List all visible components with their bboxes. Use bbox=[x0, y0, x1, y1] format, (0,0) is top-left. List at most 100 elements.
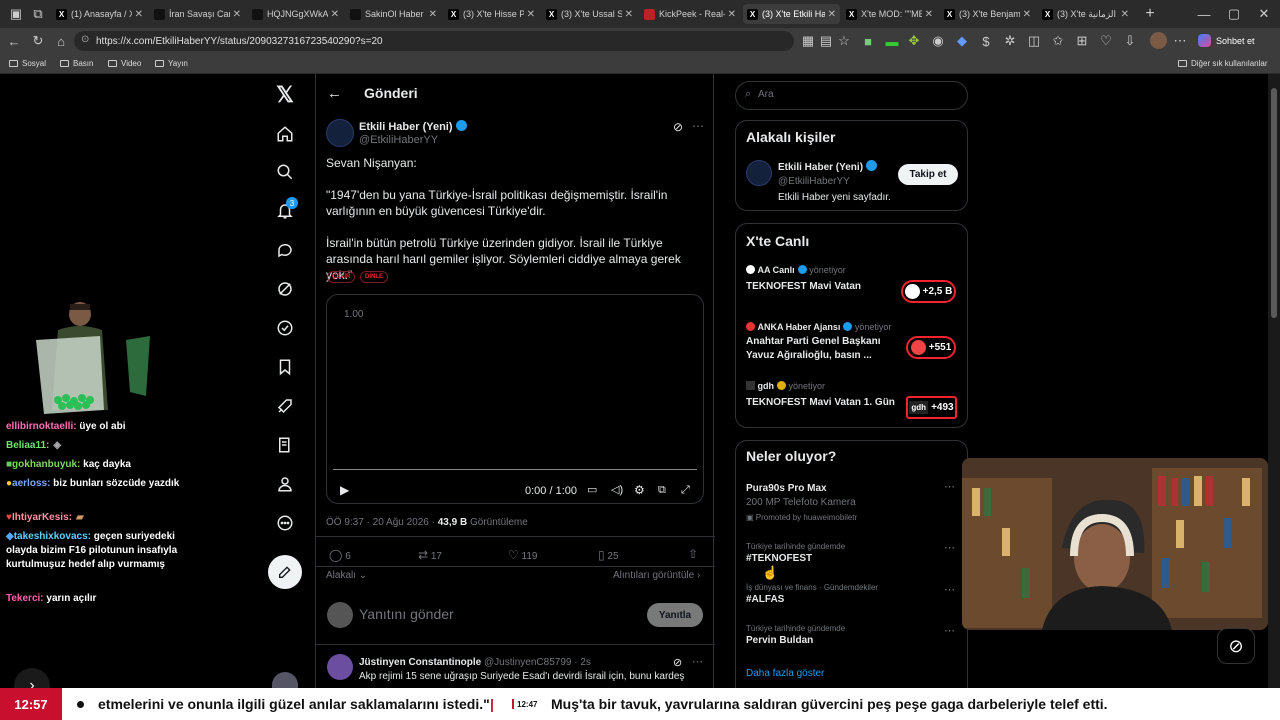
follow-button[interactable]: Takip et bbox=[898, 164, 958, 185]
tab-6[interactable]: X(3) X'te Ussal Sal✕ bbox=[542, 4, 637, 24]
like-action[interactable]: ♡ 119 bbox=[508, 547, 538, 565]
tab-7[interactable]: KickPeek - Real-t ✕ bbox=[640, 4, 740, 24]
tab-5[interactable]: X(3) X'te Hisse Par✕ bbox=[444, 4, 539, 24]
back-arrow-icon[interactable]: ← bbox=[327, 86, 342, 102]
show-more-link[interactable]: Daha fazla göster bbox=[746, 666, 824, 682]
related-avatar[interactable] bbox=[746, 160, 772, 186]
live-item-title[interactable]: Anahtar Parti Genel Başkanı Yavuz Ağıral… bbox=[746, 335, 891, 363]
tab-9[interactable]: X X'te MOD: ""ME ✕ bbox=[842, 4, 937, 24]
profile-icon[interactable] bbox=[274, 473, 296, 495]
reply-author-avatar[interactable] bbox=[327, 654, 353, 680]
captions-icon[interactable]: ▭ bbox=[587, 482, 597, 498]
back-icon[interactable]: ← bbox=[6, 33, 22, 49]
maximize-icon[interactable]: ▢ bbox=[1226, 6, 1242, 22]
live-listeners-pill[interactable]: +551 bbox=[906, 336, 956, 359]
video-progress-bar[interactable] bbox=[333, 469, 697, 470]
grok-explain-icon[interactable]: ⊘ bbox=[673, 119, 683, 135]
grok-icon[interactable] bbox=[274, 278, 296, 300]
trend-more-icon[interactable]: ⋯ bbox=[944, 540, 955, 556]
extension-icon[interactable]: ◆ bbox=[954, 33, 970, 49]
collections-icon[interactable]: ⊞ bbox=[1074, 33, 1090, 49]
x-logo-icon[interactable]: 𝕏 bbox=[274, 82, 296, 107]
tab-4[interactable]: SakinOl Haber M✕ bbox=[346, 4, 441, 24]
new-tab-icon[interactable]: + bbox=[1142, 5, 1158, 22]
page-scrollbar[interactable] bbox=[1268, 74, 1280, 688]
verified-icon[interactable] bbox=[274, 317, 296, 339]
bookmark-basin[interactable]: Basın bbox=[60, 59, 93, 68]
post-author-avatar[interactable] bbox=[326, 119, 354, 147]
extension-icon[interactable]: ◉ bbox=[930, 33, 946, 49]
post-author-handle[interactable]: @EtkiliHaberYY bbox=[359, 132, 438, 148]
video-player[interactable]: 1.00 ▶ 0:00 / 1:00 ▭ ◁) ⚙ ⧉ ⤢ bbox=[326, 294, 704, 504]
extension-icon[interactable]: ■ bbox=[860, 33, 876, 49]
play-icon[interactable]: ▶ bbox=[340, 482, 349, 498]
copilot-button[interactable]: Sohbet et bbox=[1198, 34, 1255, 47]
address-bar[interactable]: ⊙ https://x.com/EtkiliHaberYY/status/209… bbox=[74, 31, 794, 51]
close-tab-icon[interactable]: ✕ bbox=[925, 9, 933, 20]
reply-button[interactable]: Yanıtla bbox=[647, 603, 703, 627]
close-tab-icon[interactable]: ✕ bbox=[135, 9, 143, 20]
close-tab-icon[interactable]: ✕ bbox=[331, 9, 339, 20]
refresh-icon[interactable]: ↻ bbox=[30, 33, 46, 49]
tab-11[interactable]: X (3) X'te الزمانية ✕ bbox=[1038, 4, 1133, 24]
grok-floating-button[interactable]: ⊘ bbox=[1217, 628, 1255, 664]
trend-more-icon[interactable]: ⋯ bbox=[944, 582, 955, 598]
tab-actions-icon[interactable]: ⧉ bbox=[30, 6, 46, 22]
live-listeners-pill[interactable]: gdh +493 bbox=[906, 396, 957, 419]
favorites-icon[interactable]: ✩ bbox=[1050, 33, 1066, 49]
fullscreen-icon[interactable]: ⤢ bbox=[681, 482, 690, 498]
close-tab-icon[interactable]: ✕ bbox=[233, 9, 241, 20]
trend-name[interactable]: Pervin Buldan bbox=[746, 633, 813, 649]
reply-input[interactable]: Yanıtını gönder bbox=[359, 606, 454, 622]
settings-gear-icon[interactable]: ⚙ bbox=[634, 482, 645, 498]
more-circle-icon[interactable] bbox=[274, 512, 296, 534]
translate-chip[interactable]: ÇEVİR bbox=[327, 271, 356, 283]
heart-icon[interactable]: ♡ bbox=[1098, 33, 1114, 49]
compose-post-button[interactable] bbox=[268, 555, 302, 589]
tab-8-active[interactable]: X (3) X'te Etkili Hab ✕ bbox=[743, 4, 840, 24]
listen-chip[interactable]: DİNLE bbox=[360, 271, 388, 283]
account-avatar[interactable] bbox=[272, 672, 298, 688]
close-window-icon[interactable]: ✕ bbox=[1256, 6, 1272, 22]
search-box[interactable]: ⌕ Ara bbox=[735, 81, 968, 110]
trend-more-icon[interactable]: ⋯ bbox=[944, 623, 955, 639]
close-tab-icon[interactable]: ✕ bbox=[527, 9, 535, 20]
reply-more-icon[interactable]: ⋯ bbox=[692, 654, 703, 670]
tab-1[interactable]: X (1) Anasayfa / X ✕ bbox=[52, 4, 147, 24]
live-listeners-pill[interactable]: +2,5 B bbox=[901, 280, 956, 303]
live-item-title[interactable]: TEKNOFEST Mavi Vatan 1. Gün bbox=[746, 395, 901, 411]
trend-more-icon[interactable]: ⋯ bbox=[944, 479, 955, 495]
scrollbar-thumb[interactable] bbox=[1271, 88, 1277, 318]
volume-icon[interactable]: ◁) bbox=[611, 482, 623, 498]
bookmark-action[interactable]: ▯ 25 bbox=[598, 547, 619, 565]
messages-icon[interactable] bbox=[274, 239, 296, 261]
repost-action[interactable]: ⇄ 17 bbox=[418, 547, 442, 565]
tab-2[interactable]: İran Savaşı Canlı✕ bbox=[150, 4, 245, 24]
site-info-icon[interactable]: ⊙ bbox=[81, 34, 89, 45]
rocket-icon[interactable] bbox=[274, 395, 296, 417]
trend-name[interactable]: #ALFAS bbox=[746, 592, 784, 608]
close-tab-icon[interactable]: ✕ bbox=[625, 9, 633, 20]
trend-name[interactable]: #TEKNOFEST bbox=[746, 551, 812, 567]
more-menu-icon[interactable]: ⋯ bbox=[1172, 33, 1188, 49]
share-icon[interactable]: ⇧ bbox=[688, 546, 698, 562]
live-item-title[interactable]: TEKNOFEST Mavi Vatan bbox=[746, 279, 896, 295]
tab-10[interactable]: X(3) X'te Benjamin✕ bbox=[940, 4, 1035, 24]
notifications-bell-icon[interactable]: 3 bbox=[274, 197, 298, 222]
extension-icon[interactable]: ✥ bbox=[906, 33, 922, 49]
extensions-puzzle-icon[interactable]: ✲ bbox=[1002, 33, 1018, 49]
favorite-star-icon[interactable]: ☆ bbox=[836, 33, 852, 49]
workspaces-icon[interactable]: ▣ bbox=[8, 6, 24, 22]
reply-action[interactable]: ◯ 6 bbox=[329, 547, 351, 565]
close-tab-icon[interactable]: ✕ bbox=[728, 9, 736, 20]
close-tab-icon[interactable]: ✕ bbox=[1023, 9, 1031, 20]
tab-3[interactable]: HQJNGgXWkAAl✕ bbox=[248, 4, 343, 24]
other-bookmarks[interactable]: Diğer sık kullanılanlar bbox=[1178, 59, 1267, 68]
minimize-icon[interactable]: — bbox=[1196, 6, 1212, 22]
app-icon[interactable]: ▦ bbox=[800, 33, 816, 49]
downloads-icon[interactable]: ⇩ bbox=[1122, 33, 1138, 49]
post-more-icon[interactable]: ⋯ bbox=[692, 118, 704, 134]
bookmark-yayin[interactable]: Yayın bbox=[155, 59, 188, 68]
close-tab-icon[interactable]: ✕ bbox=[828, 9, 836, 20]
bookmark-video[interactable]: Video bbox=[108, 59, 141, 68]
